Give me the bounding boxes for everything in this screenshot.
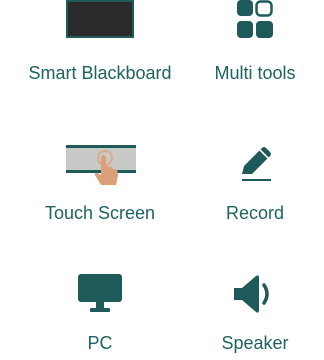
tile-label: Speaker <box>221 333 289 353</box>
tile-multi-tools[interactable]: Multi tools <box>200 0 310 92</box>
tile-smart-blackboard[interactable]: Smart Blackboard <box>0 0 200 92</box>
touch-screen-icon <box>66 145 136 189</box>
multi-tools-icon <box>237 0 273 40</box>
tile-touch-screen[interactable]: Touch Screen <box>0 134 200 230</box>
pencil-icon <box>238 144 274 184</box>
monitor-icon <box>78 274 122 314</box>
tile-speaker[interactable]: Speaker <box>200 262 310 358</box>
tile-label: Smart Blackboard <box>28 63 172 83</box>
tile-record[interactable]: Record <box>200 134 310 230</box>
tile-label: PC <box>87 333 113 353</box>
tile-label: Record <box>225 203 285 223</box>
tile-pc[interactable]: PC <box>0 262 200 358</box>
tile-label: Multi tools <box>214 63 296 83</box>
tile-label: Touch Screen <box>44 203 156 223</box>
speaker-icon <box>232 274 278 314</box>
blackboard-icon <box>66 0 134 40</box>
